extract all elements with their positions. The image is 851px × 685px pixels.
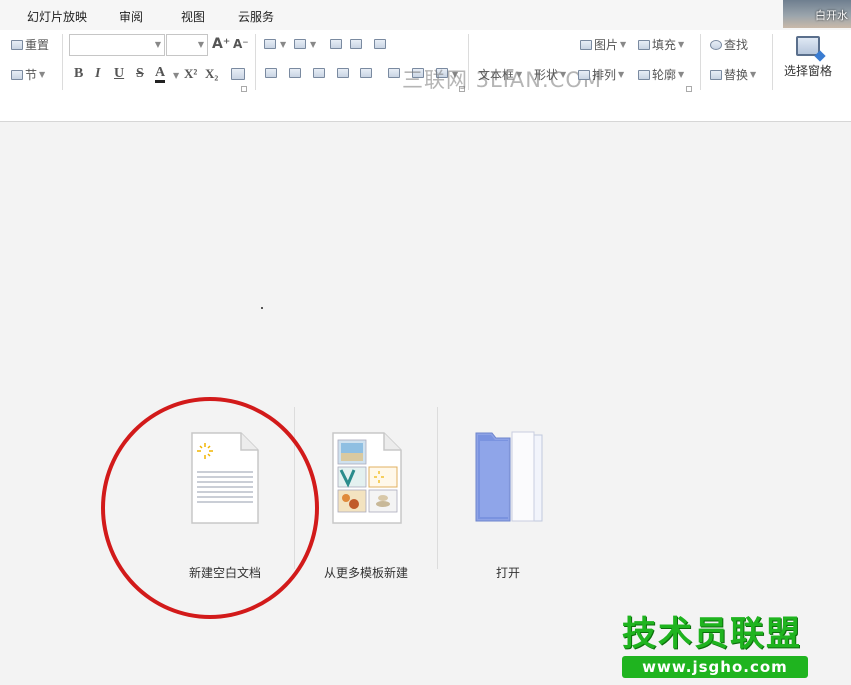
section-label: 节 [25,68,38,82]
chevron-down-icon: ▼ [620,40,627,49]
menu-slideshow[interactable]: 幻灯片放映 [27,8,87,25]
highlight-circle [101,397,319,619]
clear-format-icon[interactable] [231,68,245,80]
picture-label: 图片 [594,38,619,52]
arrange-button[interactable]: 排列 ▼ [578,66,624,83]
chevron-down-icon: ▼ [280,40,287,49]
chevron-down-icon: ▼ [560,70,567,79]
chevron-down-icon: ▼ [39,70,46,79]
font-color-button[interactable]: A [155,66,166,83]
find-icon [710,39,722,50]
site-logo-title: 技术员联盟 [622,614,802,654]
user-name: 白开水 [815,9,848,22]
outline-button[interactable]: 轮廓 ▼ [638,66,684,83]
textbox-label: 文本框 [478,68,515,82]
grow-font-button[interactable]: A⁺ [212,36,230,52]
chevron-down-icon: ▼ [618,70,625,79]
arrange-label: 排列 [592,68,617,82]
arrange-icon [578,69,590,80]
site-logo-url: www.jsgho.com [622,656,808,678]
line-spacing-icon[interactable] [388,68,400,78]
decrease-indent-icon[interactable] [330,39,342,49]
replace-label: 替换 [724,68,749,82]
distribute-icon[interactable] [360,68,372,78]
superscript-button[interactable]: X² [184,66,197,82]
shape-label: 形状 [534,68,559,82]
chevron-down-icon: ▼ [154,40,161,49]
strikethrough-button[interactable]: S [136,66,144,82]
menu-bar: 幻灯片放映 审阅 视图 云服务 白开水 [0,0,851,30]
justify-icon[interactable] [337,68,349,78]
fill-bucket-icon [638,39,650,50]
chevron-down-icon: ▼ [516,70,523,79]
divider [772,34,773,90]
divider [62,34,63,90]
ribbon-toolbar: 重置 节 ▼ ▼ ▼ A⁺ A⁻ B I U S A ▼ X² X₂ ▼ ▼ ▼… [0,30,851,122]
outline-label: 轮廓 [652,68,677,82]
drawing-dialog-launcher[interactable] [686,86,692,92]
subscript-button[interactable]: X₂ [205,66,218,82]
replace-button[interactable]: 替换 ▼ [710,66,756,83]
divider [255,34,256,90]
site-logo: 技术员联盟 www.jsgho.com [622,614,810,678]
template-document-icon[interactable] [332,432,402,524]
bullet-list-icon[interactable] [264,39,276,49]
reset-icon [11,39,23,50]
divider [700,34,701,90]
bold-button[interactable]: B [74,66,83,82]
font-dialog-launcher[interactable] [241,86,247,92]
section-icon [11,69,23,80]
divider [437,407,438,569]
selection-pane-icon [796,36,820,56]
numbered-list-icon[interactable] [294,39,306,49]
picture-icon [580,39,592,50]
align-left-icon[interactable] [265,68,277,78]
align-right-icon[interactable] [313,68,325,78]
new-from-template-label[interactable]: 从更多模板新建 [296,564,436,581]
open-label[interactable]: 打开 [438,564,578,581]
menu-view[interactable]: 视图 [181,8,205,25]
find-label: 查找 [724,38,749,52]
selection-pane-label: 选择窗格 [783,64,832,78]
find-button[interactable]: 查找 [710,36,748,53]
chevron-down-icon: ▼ [197,40,204,49]
chevron-down-icon: ▼ [173,71,180,80]
menu-review[interactable]: 审阅 [119,8,143,25]
menu-cloud-service[interactable]: 云服务 [238,8,274,25]
chevron-down-icon: ▼ [678,40,685,49]
text-direction-icon[interactable] [374,39,386,49]
chevron-down-icon: ▼ [310,40,317,49]
shape-button[interactable]: 形状 ▼ [534,66,566,83]
font-size-select[interactable]: ▼ [166,34,208,56]
picture-button[interactable]: 图片 ▼ [580,36,626,53]
user-avatar[interactable]: 白开水 [783,0,851,28]
shrink-font-button[interactable]: A⁻ [233,37,249,51]
fill-label: 填充 [652,38,677,52]
replace-icon [710,69,722,80]
selection-pane-button[interactable]: 选择窗格 [778,36,838,79]
chevron-down-icon: ▼ [678,70,685,79]
reset-button[interactable]: 重置 [11,36,49,53]
open-folder-icon[interactable] [474,429,546,525]
italic-button[interactable]: I [95,66,100,82]
outline-icon [638,69,650,80]
chevron-down-icon: ▼ [750,70,757,79]
reset-label: 重置 [25,38,50,52]
section-button[interactable]: 节 ▼ [11,66,45,83]
textbox-button[interactable]: 文本框 ▼ [478,66,522,83]
underline-button[interactable]: U [114,66,124,82]
fill-button[interactable]: 填充 ▼ [638,36,684,53]
align-center-icon[interactable] [289,68,301,78]
stray-dot [261,307,263,309]
increase-indent-icon[interactable] [350,39,362,49]
font-name-select[interactable]: ▼ [69,34,165,56]
